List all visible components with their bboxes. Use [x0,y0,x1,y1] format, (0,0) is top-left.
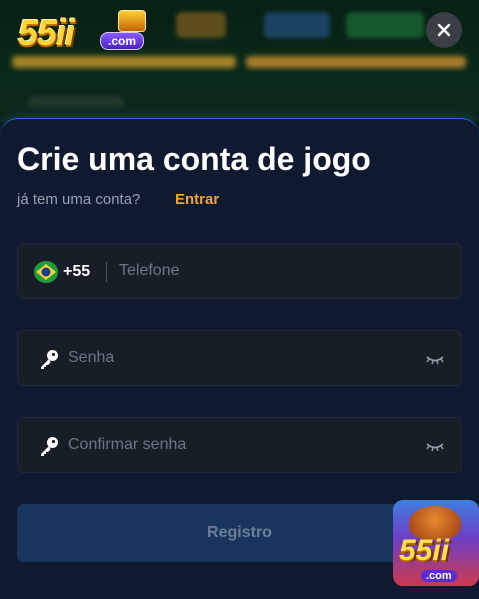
eye-closed-icon[interactable] [425,438,445,454]
phone-field: +55 [17,243,462,299]
promo-suffix: .com [421,570,457,582]
treasure-chest-icon [118,10,146,32]
login-link[interactable]: Entrar [175,191,219,208]
eye-closed-icon[interactable] [425,351,445,367]
logo-digits: 55ii [18,12,75,53]
phone-divider [106,262,107,282]
key-icon [41,350,58,369]
close-icon [437,23,451,37]
promo-floating-badge[interactable]: 55ii .com [393,500,479,586]
confirm-password-input[interactable] [68,418,408,472]
have-account-text: já tem uma conta? [17,191,141,208]
password-field [17,330,462,386]
brazil-flag-icon[interactable] [34,261,58,283]
country-code[interactable]: +55 [63,263,90,281]
logo-suffix: .com [100,32,145,50]
promo-digits: 55ii [399,534,450,567]
password-input[interactable] [68,331,408,385]
phone-input[interactable] [119,244,439,298]
modal-title: Crie uma conta de jogo [17,141,371,177]
key-icon [41,437,58,456]
close-button[interactable] [426,12,462,48]
site-logo: 55ii .com [18,8,158,53]
confirm-password-field [17,417,462,473]
